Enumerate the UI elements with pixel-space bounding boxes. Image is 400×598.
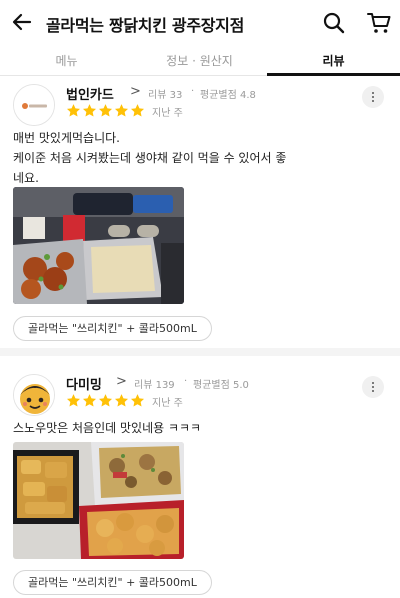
chicken-photo-image [13,187,184,304]
cart-icon[interactable] [366,11,392,35]
avatar[interactable] [13,374,55,416]
tab-info-origin[interactable]: 정보 · 원산지 [133,46,266,76]
review-text: 매번 맛있게먹습니다. 케이준 처음 시켜봤는데 생야채 같이 먹을 수 있어서… [13,128,389,188]
reviewer-profile-arrow[interactable]: > [130,84,141,99]
review-text-line: 네요. [13,171,39,185]
review-text-line: 케이준 처음 시켜봤는데 생야채 같이 먹을 수 있어서 좋 [13,151,287,165]
ordered-menu-tag[interactable]: 골라먹는 "쓰리치킨" + 콜라500mL [13,316,212,341]
review-count: 리뷰 33 [148,90,183,101]
avatar[interactable] [13,84,55,126]
tab-reviews[interactable]: 리뷰 [267,46,400,76]
chicken-photo-image [13,442,184,559]
star-icon [98,104,113,117]
reviewer-nickname[interactable]: 법인카드 [66,84,114,103]
star-icon [98,394,113,407]
average-rating: 평균별점 4.8 [200,90,256,101]
review-text-line: 매번 맛있게먹습니다. [13,131,120,145]
section-divider [0,348,400,356]
active-tab-indicator [267,73,400,76]
star-icon [82,394,97,407]
average-rating: 평균별점 5.0 [193,380,249,391]
star-icon [130,394,145,407]
star-icon [66,394,81,407]
rating-stars [66,103,146,122]
review-photo[interactable] [13,442,184,559]
meta-separator: · [191,86,195,97]
review-text-line: 스노우맛은 처음인데 맛있네용 ㅋㅋㅋ [13,421,202,435]
review-date: 지난 주 [152,398,183,409]
star-icon [114,104,129,117]
arrow-left-icon[interactable] [10,10,34,34]
review-count: 리뷰 139 [134,380,175,391]
tab-bar: 메뉴 정보 · 원산지 리뷰 [0,46,400,76]
reviewer-profile-arrow[interactable]: > [116,374,127,389]
star-icon [82,104,97,117]
avatar-logo-icon [14,85,54,125]
rating-stars [66,393,146,412]
avatar-character-icon [14,375,54,415]
review-text: 스노우맛은 처음인데 맛있네용 ㅋㅋㅋ [13,418,389,438]
page-title: 골라먹는 짱닭치킨 광주장지점 [46,16,245,35]
star-icon [66,104,81,117]
reviewer-nickname[interactable]: 다미밍 [66,374,102,393]
star-icon [114,394,129,407]
app-header: 골라먹는 짱닭치킨 광주장지점 [0,0,400,44]
ordered-menu-tag[interactable]: 골라먹는 "쓰리치킨" + 콜라500mL [13,570,212,595]
review-photo[interactable] [13,187,184,304]
review-date: 지난 주 [152,108,183,119]
more-options-icon[interactable] [362,86,384,108]
more-options-icon[interactable] [362,376,384,398]
search-icon[interactable] [322,11,346,35]
meta-separator: · [184,376,188,387]
star-icon [130,104,145,117]
tab-menu[interactable]: 메뉴 [0,46,133,76]
